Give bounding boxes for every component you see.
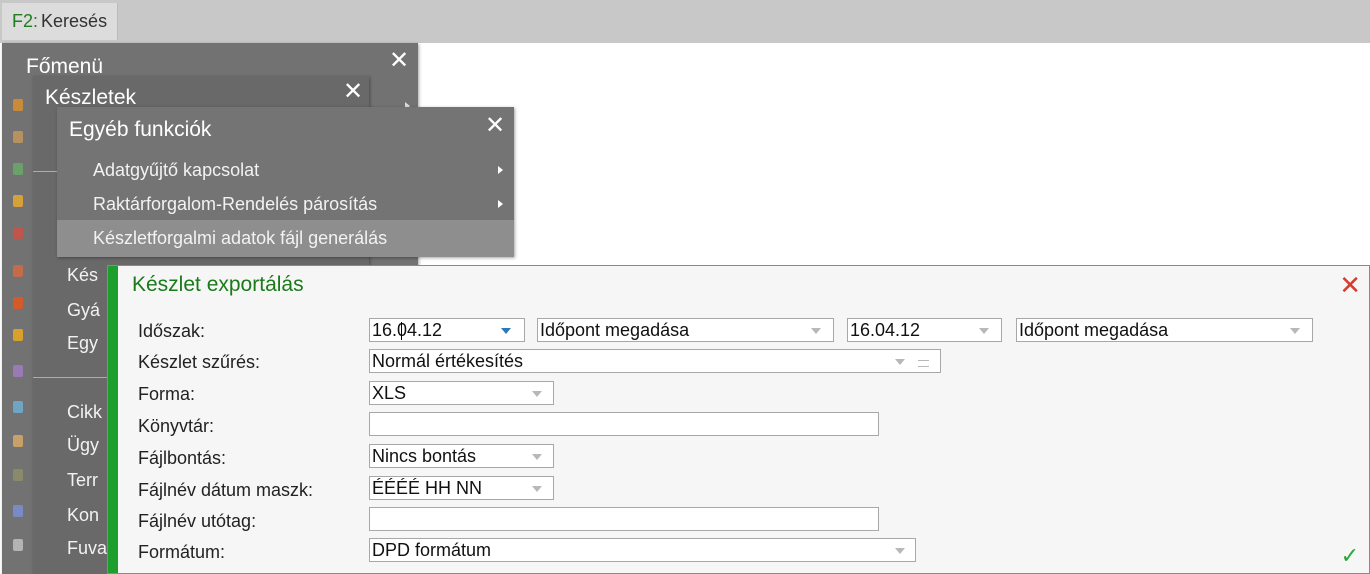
menu-item-file-generation[interactable]: Készletforgalmi adatok fájl generálás (57, 220, 514, 257)
chevron-down-icon[interactable] (811, 328, 821, 334)
format-select[interactable]: DPD formátum (369, 538, 916, 562)
file-split-label: Fájlbontás: (138, 448, 227, 468)
chevron-down-icon[interactable] (1290, 328, 1300, 334)
filter-label: Készlet szűrés: (138, 352, 261, 372)
dialog-accent-bar (108, 266, 118, 573)
other-functions-title: Egyéb funkciók (69, 118, 212, 141)
menu-icon-11 (13, 435, 23, 447)
menu-item-data-collector[interactable]: Adatgyűjtő kapcsolat (93, 160, 259, 181)
text-cursor (401, 322, 402, 340)
filename-suffix-label: Fájlnév utótag: (138, 511, 257, 531)
format-label: Formátum: (138, 542, 226, 562)
separator (33, 377, 107, 378)
chevron-down-icon[interactable] (979, 328, 989, 334)
chevron-down-icon[interactable] (532, 486, 542, 492)
filename-date-mask-select[interactable]: ÉÉÉÉ HH NN (369, 476, 554, 500)
menu-icon-2 (13, 131, 23, 143)
menu-icon-14 (13, 539, 23, 551)
form-select[interactable]: XLS (369, 381, 554, 405)
search-tab-label: Keresés (41, 11, 108, 31)
filename-date-mask-label: Fájlnév dátum maszk: (138, 480, 314, 500)
stock-menu-item[interactable]: Fuva (67, 538, 107, 559)
time-to-select[interactable]: Időpont megadása (1016, 318, 1313, 342)
date-to-field[interactable]: 16.04.12 (847, 318, 1002, 342)
chevron-down-icon[interactable] (895, 359, 905, 365)
menu-icon-4 (13, 195, 23, 207)
stock-export-dialog: Készlet exportálás ✕ Időszak: 16.04.12 I… (107, 265, 1370, 574)
menu-icon-8 (13, 329, 23, 341)
menu-icon-12 (13, 469, 23, 481)
stock-menu-item[interactable]: Kon (67, 505, 99, 526)
menu-icon-9 (13, 365, 23, 377)
filename-suffix-input[interactable] (369, 507, 879, 531)
checkmark-icon[interactable]: ✓ (1341, 543, 1359, 569)
chevron-right-icon (498, 200, 503, 208)
stock-menu-item[interactable]: Ügy (67, 435, 99, 456)
stock-menu-item[interactable]: Egy (67, 333, 98, 354)
top-bar: F2: Keresés (0, 0, 1370, 43)
menu-icon-6 (13, 265, 23, 277)
stock-menu-close-icon[interactable]: ✕ (343, 80, 363, 104)
chevron-down-icon[interactable] (501, 328, 511, 334)
chevron-down-icon[interactable] (532, 454, 542, 460)
filter-select[interactable]: Normál értékesítés (369, 349, 941, 373)
chevron-right-icon (498, 166, 503, 174)
other-functions-close-icon[interactable]: ✕ (485, 114, 505, 138)
menu-icon-13 (13, 505, 23, 517)
stock-menu-item[interactable]: Terr (67, 470, 98, 491)
menu-item-stock-order-matching[interactable]: Raktárforgalom-Rendelés párosítás (93, 194, 377, 215)
file-split-select[interactable]: Nincs bontás (369, 444, 554, 468)
stock-menu-item[interactable]: Cikk (67, 402, 102, 423)
equals-icon[interactable] (918, 360, 929, 367)
chevron-down-icon[interactable] (532, 391, 542, 397)
search-tab[interactable]: F2: Keresés (2, 3, 119, 40)
close-icon[interactable]: ✕ (1339, 270, 1361, 301)
time-from-select[interactable]: Időpont megadása (537, 318, 834, 342)
directory-label: Könyvtár: (138, 416, 215, 436)
stock-menu-item[interactable]: Kés (67, 265, 98, 286)
menu-item-file-generation-label: Készletforgalmi adatok fájl generálás (93, 228, 388, 248)
main-menu-close-icon[interactable]: ✕ (389, 49, 409, 73)
menu-icon-7 (13, 297, 23, 309)
directory-input[interactable] (369, 412, 879, 436)
menu-icon-5 (13, 227, 23, 239)
chevron-down-icon[interactable] (895, 548, 905, 554)
menu-icon-3 (13, 163, 23, 175)
dialog-title: Készlet exportálás (132, 273, 304, 296)
period-label: Időszak: (138, 321, 206, 341)
stock-menu-item[interactable]: Gyá (67, 300, 100, 321)
date-from-field[interactable]: 16.04.12 (369, 318, 525, 342)
form-label: Forma: (138, 384, 196, 404)
menu-icon-10 (13, 401, 23, 413)
shortcut-key: F2 (12, 11, 34, 31)
menu-icon-1 (13, 99, 23, 111)
other-functions-panel: Egyéb funkciók ✕ Adatgyűjtő kapcsolat Ra… (57, 107, 514, 257)
